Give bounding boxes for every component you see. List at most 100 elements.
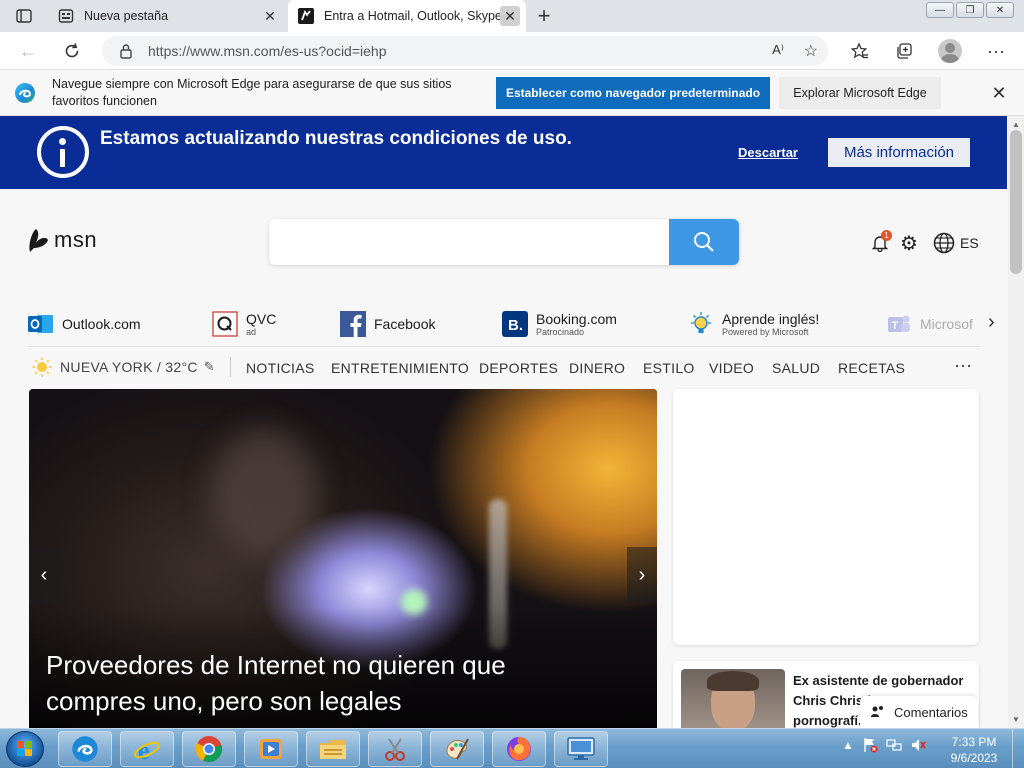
weather-text: NUEVA YORK / 32°C (60, 359, 198, 375)
more-info-button[interactable]: Más información (828, 138, 970, 167)
quicklink-aprende-ingles[interactable]: Aprende inglés! Powered by Microsoft (688, 306, 819, 342)
show-desktop-button[interactable] (1012, 729, 1024, 768)
gear-icon[interactable]: ⚙ (898, 232, 920, 255)
taskbar-remote-desktop[interactable] (554, 731, 608, 767)
start-button[interactable] (6, 731, 44, 767)
tab-actions-button[interactable] (8, 6, 40, 26)
set-default-browser-button[interactable]: Establecer como navegador predeterminado (496, 77, 770, 109)
globe-icon[interactable] (932, 231, 956, 255)
close-window-button[interactable]: ✕ (986, 2, 1014, 18)
firefox-icon (507, 737, 531, 761)
msn-brand-text: msn (54, 227, 98, 252)
taskbar-paint[interactable] (430, 731, 484, 767)
media-player-icon (260, 739, 282, 759)
taskbar-edge[interactable] (58, 731, 112, 767)
folder-icon (320, 740, 346, 759)
comments-button[interactable]: Comentarios (860, 696, 978, 728)
search-icon (694, 232, 714, 252)
nav-item-noticias[interactable]: NOTICIAS (246, 360, 315, 376)
action-center-flag-icon[interactable] (862, 737, 878, 753)
quick-links: Outlook.com QVC ad Facebook B. Booking.co… (28, 306, 980, 342)
quicklink-qvc[interactable]: QVC ad (212, 306, 276, 342)
notifications-button[interactable]: 1 (870, 230, 892, 254)
windows-logo-icon (17, 741, 32, 756)
system-tray: ▲ (842, 737, 926, 753)
nav-item-recetas[interactable]: RECETAS (838, 360, 905, 376)
default-browser-infobar: Navegue siempre con Microsoft Edge para … (0, 71, 1024, 116)
nav-more-button[interactable]: ··· (954, 355, 972, 376)
quicklink-label: QVC (246, 311, 277, 327)
quicklink-label: Facebook (374, 316, 436, 332)
quicklink-label: Booking.com (536, 311, 617, 327)
favorites-icon[interactable] (848, 40, 872, 62)
nav-item-salud[interactable]: SALUD (772, 360, 820, 376)
quicklink-microsoft-teams[interactable]: T Microsof (886, 306, 973, 342)
volume-muted-icon[interactable] (910, 737, 926, 753)
dismiss-link[interactable]: Descartar (738, 145, 798, 160)
quicklink-outlook[interactable]: Outlook.com (28, 306, 141, 342)
carousel-next-chevron-icon[interactable]: › (627, 547, 657, 603)
terms-text: Estamos actualizando nuestras condicione… (100, 128, 572, 149)
close-infobar-button[interactable]: ✕ (988, 82, 1010, 104)
tab-close-button[interactable]: ✕ (500, 6, 520, 26)
quicklink-sublabel: ad (246, 327, 257, 337)
address-bar[interactable]: https://www.msn.com/es-us?ocid=iehp A⁾ ☆ (102, 36, 828, 66)
tab-msn[interactable]: Entra a Hotmail, Outlook, Skype ✕ (288, 0, 526, 32)
quicklink-label: Outlook.com (62, 316, 141, 332)
system-clock[interactable]: 7:33 PM 9/6/2023 (944, 734, 1004, 766)
nav-item-deportes[interactable]: DEPORTES (479, 360, 558, 376)
taskbar-snipping-tool[interactable] (368, 731, 422, 767)
scroll-down-icon[interactable]: ▼ (1012, 715, 1020, 724)
back-button[interactable]: ← (16, 40, 40, 62)
nav-item-estilo[interactable]: ESTILO (643, 360, 695, 376)
read-aloud-icon[interactable]: A⁾ (772, 42, 784, 58)
lock-icon[interactable] (118, 43, 134, 59)
category-nav: NUEVA YORK / 32°C ✎ NOTICIAS ENTRETENIMI… (28, 346, 980, 386)
tab-new-tab[interactable]: Nueva pestaña ✕ (48, 0, 286, 32)
booking-icon: B. (502, 311, 528, 337)
search-box[interactable] (269, 219, 739, 265)
settings-more-icon[interactable]: ··· (984, 40, 1008, 62)
taskbar-internet-explorer[interactable]: e (120, 731, 174, 767)
page-scrollbar[interactable]: ▲ ▼ (1008, 116, 1024, 728)
minimize-button[interactable]: — (926, 2, 954, 18)
weather-widget[interactable]: NUEVA YORK / 32°C ✎ (32, 357, 215, 377)
search-button[interactable] (669, 219, 739, 265)
taskbar-media-player[interactable] (244, 731, 298, 767)
quicklink-label: Microsof (920, 316, 973, 332)
quicklink-sublabel: Patrocinado (536, 327, 585, 337)
taskbar-firefox[interactable] (492, 731, 546, 767)
scrollbar-thumb[interactable] (1010, 130, 1022, 274)
add-favorite-icon[interactable]: ☆ (804, 41, 818, 61)
tray-expand-icon[interactable]: ▲ (842, 738, 854, 752)
hero-title[interactable]: Proveedores de Internet no quieren que c… (46, 647, 606, 719)
explore-edge-button[interactable]: Explorar Microsoft Edge (779, 77, 941, 109)
nav-item-video[interactable]: VIDEO (709, 360, 754, 376)
taskbar-chrome[interactable] (182, 731, 236, 767)
msn-logo[interactable]: msn (26, 226, 97, 254)
tab-title: Nueva pestaña (84, 9, 169, 23)
collections-icon[interactable] (892, 40, 916, 62)
nav-item-entretenimiento[interactable]: ENTRETENIMIENTO (331, 360, 469, 376)
quicklinks-next-chevron-icon[interactable]: › (988, 311, 995, 334)
nav-item-dinero[interactable]: DINERO (569, 360, 625, 376)
edit-pencil-icon[interactable]: ✎ (204, 359, 215, 375)
taskbar-file-explorer[interactable] (306, 731, 360, 767)
restore-button[interactable]: ❐ (956, 2, 984, 18)
qvc-icon (212, 311, 238, 337)
quicklink-booking[interactable]: B. Booking.com Patrocinado (502, 306, 617, 342)
url-text[interactable]: https://www.msn.com/es-us?ocid=iehp (148, 43, 387, 59)
info-icon (37, 126, 89, 178)
language-selector[interactable]: ES (960, 235, 979, 251)
carousel-prev-chevron-icon[interactable]: ‹ (29, 547, 59, 603)
quicklink-facebook[interactable]: Facebook (340, 306, 435, 342)
new-tab-button[interactable]: + (532, 3, 556, 28)
scroll-up-icon[interactable]: ▲ (1012, 120, 1020, 129)
refresh-button[interactable] (60, 40, 84, 62)
network-icon[interactable] (886, 737, 902, 753)
profile-avatar[interactable] (938, 39, 962, 63)
quicklink-label: Aprende inglés! (722, 311, 820, 327)
tab-close-button[interactable]: ✕ (260, 6, 280, 26)
hero-carousel[interactable]: Proveedores de Internet no quieren que c… (29, 389, 657, 728)
lightbulb-icon (688, 311, 714, 337)
